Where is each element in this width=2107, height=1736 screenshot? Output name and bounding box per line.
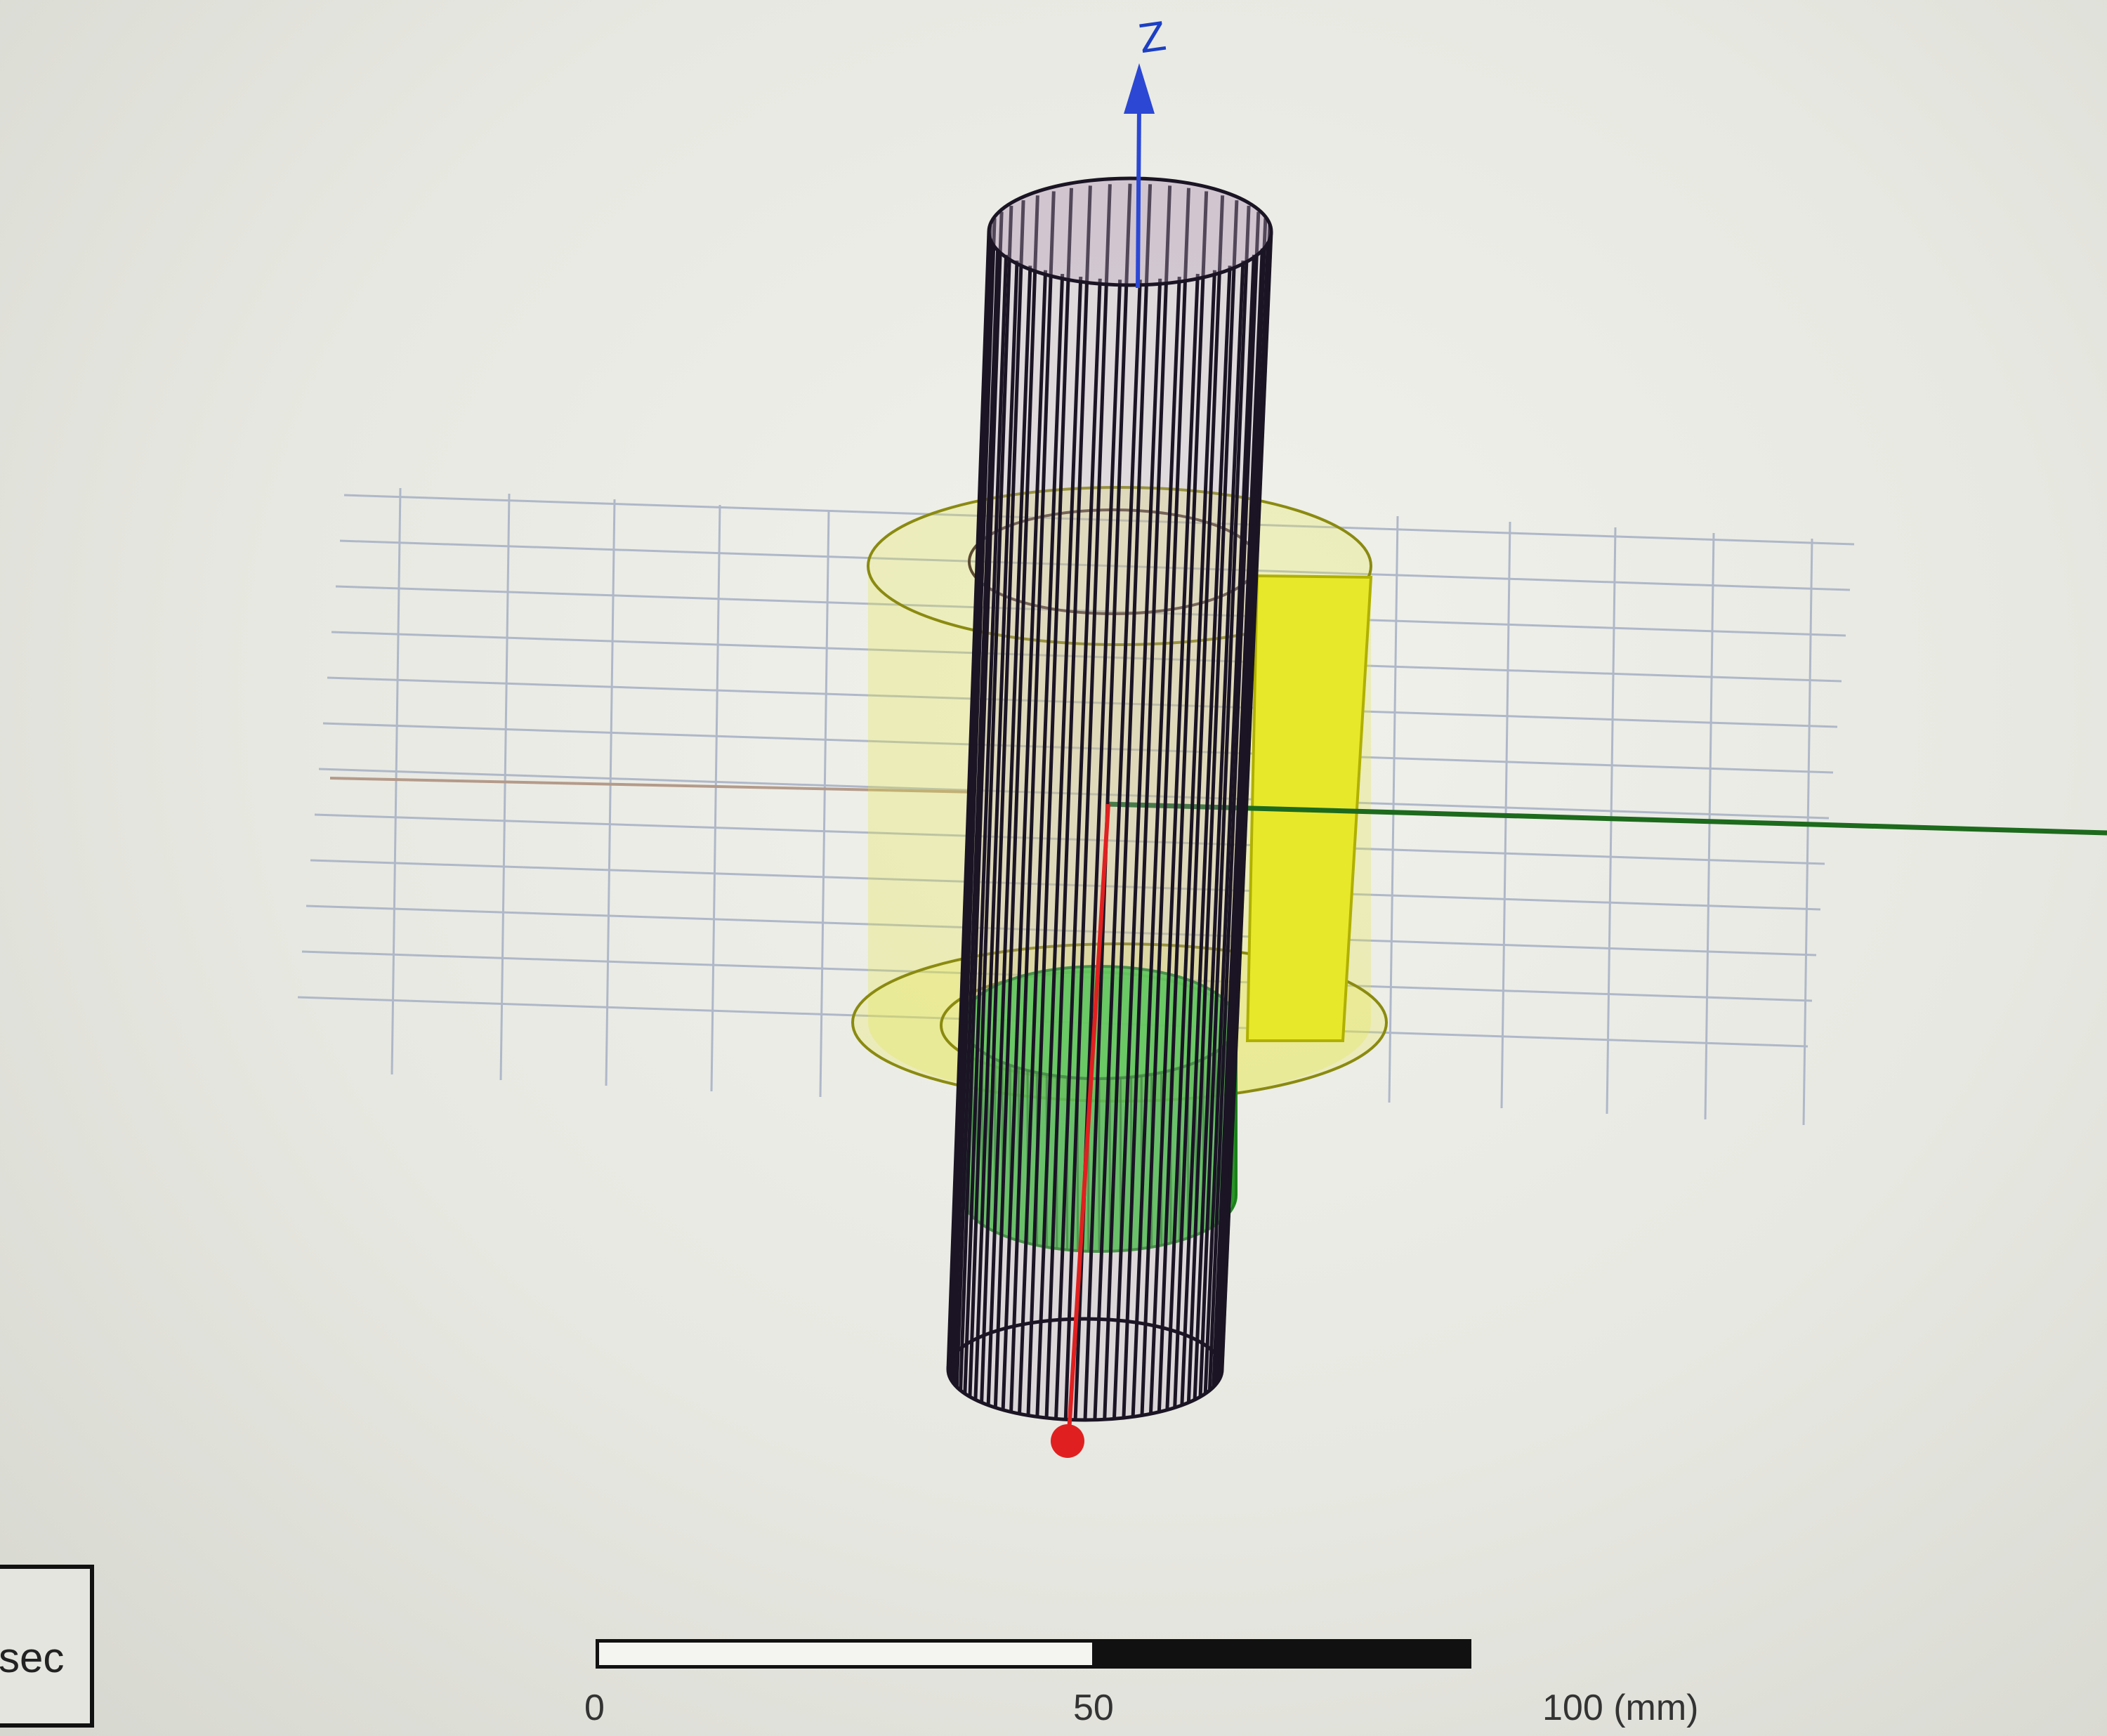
status-text: sec — [0, 1634, 65, 1681]
grid-line — [605, 499, 616, 1086]
grid-line — [710, 504, 721, 1092]
grid-line — [1704, 532, 1715, 1120]
grid-line — [499, 493, 511, 1081]
grid-line — [1802, 538, 1813, 1126]
3d-modeler-viewport[interactable]: Z sec 0 50 100 (mm) — [0, 0, 2107, 1736]
ruler-label-mid: 50 — [1073, 1688, 1114, 1728]
ruler-label-end: 100 (mm) — [1542, 1688, 1699, 1728]
status-panel: sec — [0, 1565, 94, 1728]
grid-line — [819, 510, 830, 1098]
grid-line — [1388, 515, 1399, 1103]
ruler-label-start: 0 — [584, 1688, 605, 1728]
tall-wire-cylinder[interactable] — [946, 176, 1273, 1422]
ruler-light-segment — [596, 1639, 1096, 1669]
ruler-dark-segment — [1096, 1639, 1471, 1669]
scale-ruler — [596, 1639, 1579, 1674]
viewport-canvas[interactable] — [0, 0, 2107, 1736]
grid-line — [390, 487, 402, 1075]
